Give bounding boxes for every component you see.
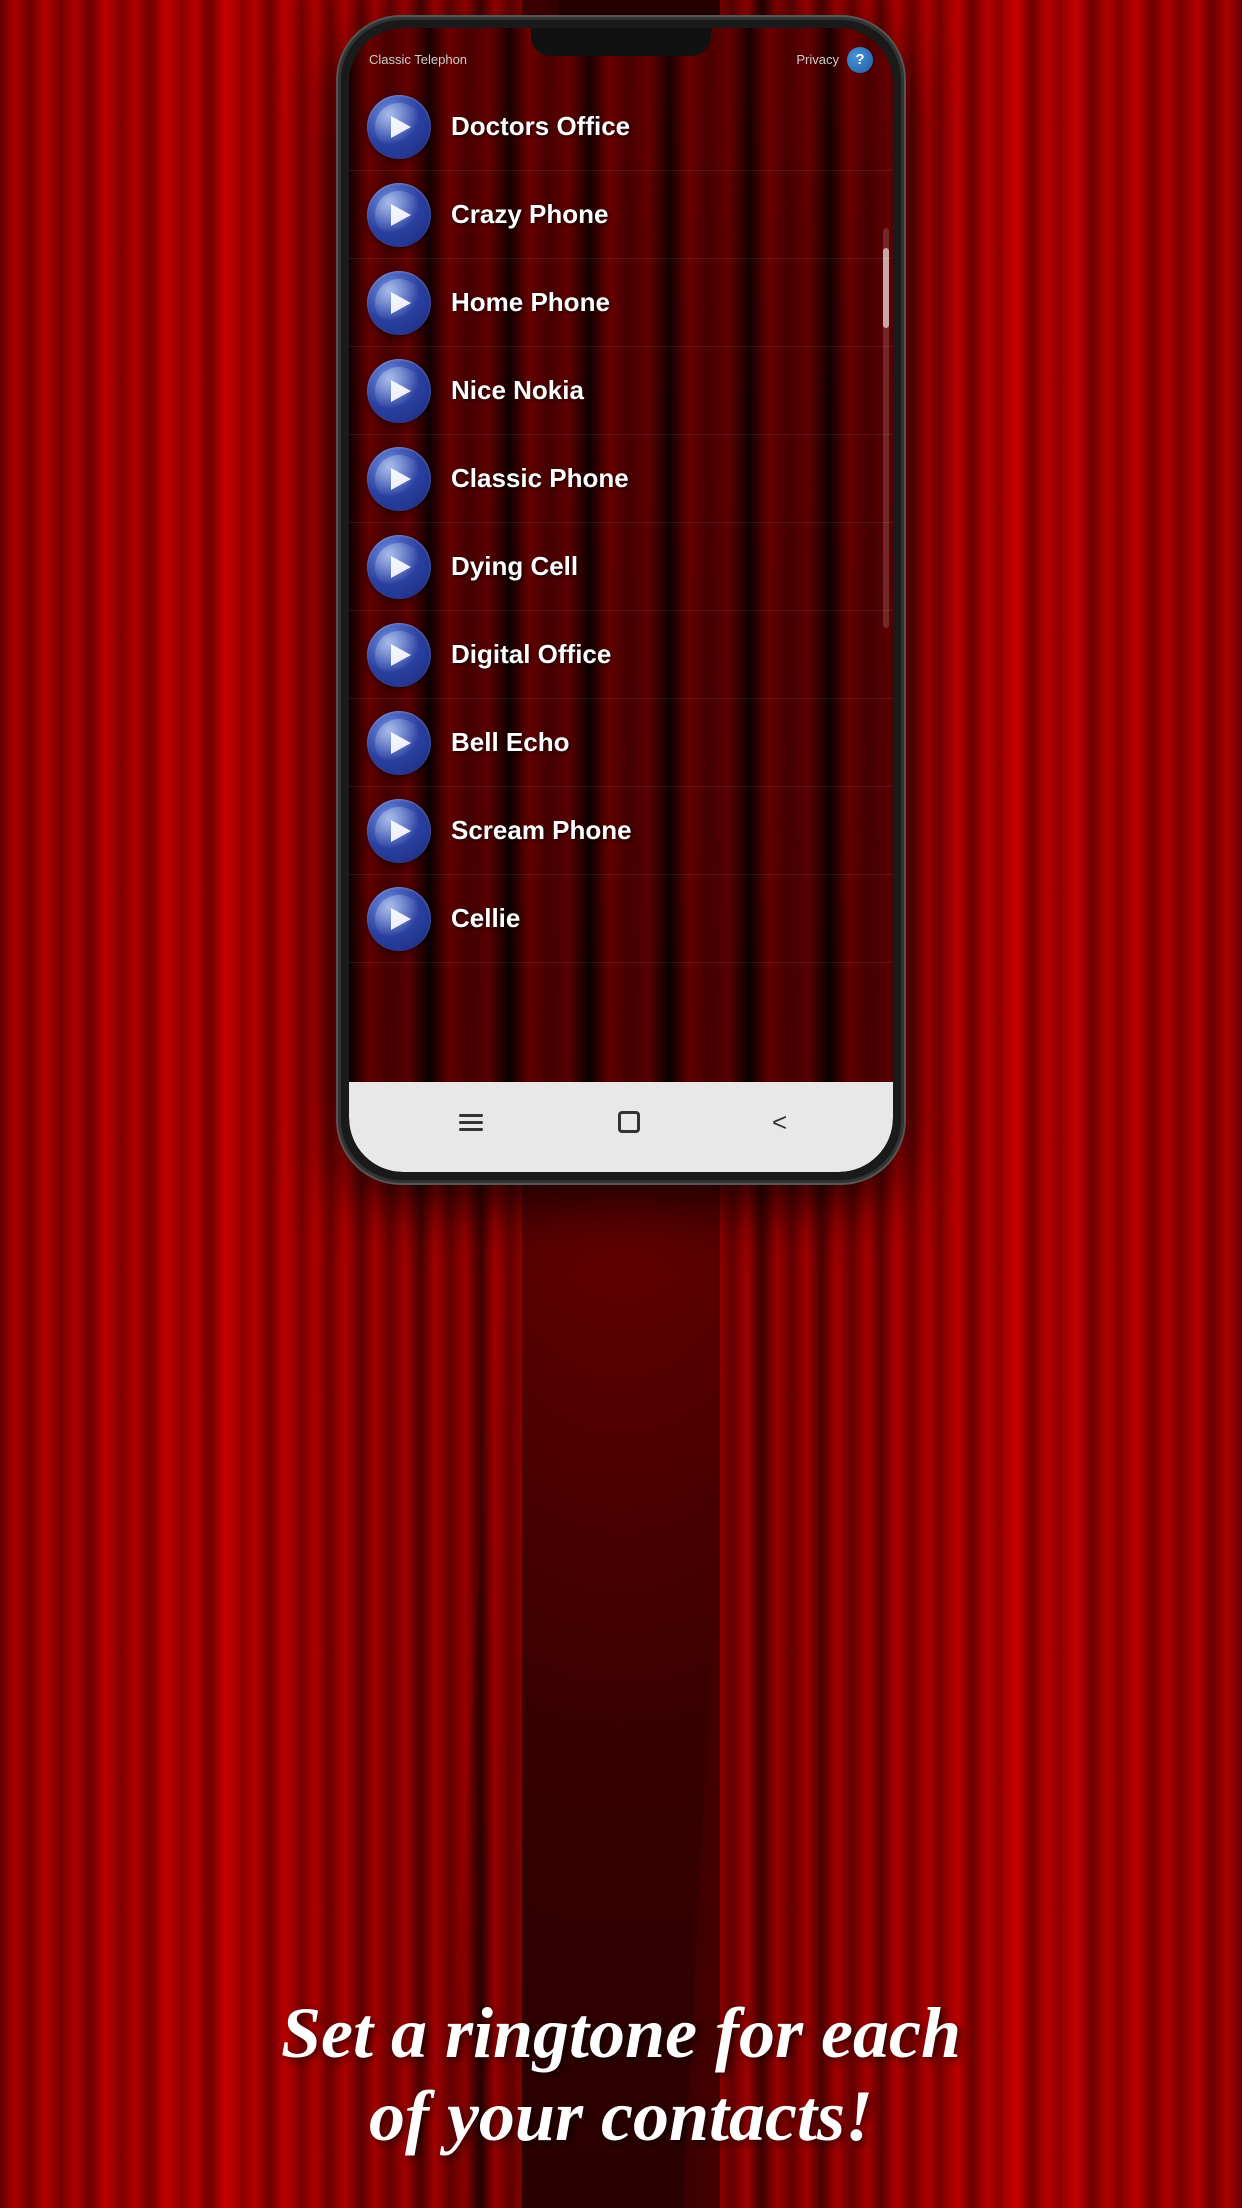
item-label-dying-cell: Dying Cell <box>451 551 578 582</box>
play-icon-classic-phone <box>391 468 411 490</box>
help-icon: ? <box>855 51 864 68</box>
app-title: Classic Telephon <box>369 52 467 67</box>
list-item-scream-phone[interactable]: Scream Phone <box>349 787 893 875</box>
list-item-classic-phone[interactable]: Classic Phone <box>349 435 893 523</box>
tagline-section: Set a ringtone for each of your contacts… <box>0 1992 1242 2158</box>
play-icon-crazy-phone <box>391 204 411 226</box>
status-bar-right: Privacy ? <box>796 47 873 73</box>
tagline-line2: of your contacts! <box>369 2076 873 2156</box>
item-label-classic-phone: Classic Phone <box>451 463 629 494</box>
list-item-cellie[interactable]: Cellie <box>349 875 893 963</box>
tagline-text: Set a ringtone for each of your contacts… <box>60 1992 1182 2158</box>
play-button-digital-office[interactable] <box>367 623 431 687</box>
list-item-digital-office[interactable]: Digital Office <box>349 611 893 699</box>
item-label-digital-office: Digital Office <box>451 639 611 670</box>
play-button-dying-cell[interactable] <box>367 535 431 599</box>
list-item-crazy-phone[interactable]: Crazy Phone <box>349 171 893 259</box>
play-icon-bell-echo <box>391 732 411 754</box>
ringtone-list: Doctors Office Crazy Phone Home Phone Ni… <box>349 83 893 1082</box>
phone-frame: Classic Telephon Privacy ? Doctors Offic… <box>341 20 901 1180</box>
navigation-bar: < <box>349 1082 893 1172</box>
play-button-crazy-phone[interactable] <box>367 183 431 247</box>
recent-apps-icon <box>455 1110 487 1135</box>
play-button-home-phone[interactable] <box>367 271 431 335</box>
phone-screen: Classic Telephon Privacy ? Doctors Offic… <box>349 28 893 1172</box>
home-button[interactable] <box>610 1103 648 1141</box>
phone-inner: Classic Telephon Privacy ? Doctors Offic… <box>349 28 893 1172</box>
scrollbar[interactable] <box>883 228 889 628</box>
play-button-scream-phone[interactable] <box>367 799 431 863</box>
recent-apps-button[interactable] <box>447 1102 495 1143</box>
play-button-classic-phone[interactable] <box>367 447 431 511</box>
play-button-cellie[interactable] <box>367 887 431 951</box>
item-label-cellie: Cellie <box>451 903 520 934</box>
scrollbar-thumb <box>883 248 889 328</box>
play-icon-digital-office <box>391 644 411 666</box>
play-icon-doctors-office <box>391 116 411 138</box>
privacy-link[interactable]: Privacy <box>796 52 839 67</box>
item-label-doctors-office: Doctors Office <box>451 111 630 142</box>
back-button[interactable]: < <box>764 1099 795 1146</box>
play-button-doctors-office[interactable] <box>367 95 431 159</box>
play-icon-cellie <box>391 908 411 930</box>
home-icon <box>618 1111 640 1133</box>
play-button-nice-nokia[interactable] <box>367 359 431 423</box>
notch <box>531 28 711 56</box>
item-label-scream-phone: Scream Phone <box>451 815 632 846</box>
play-icon-scream-phone <box>391 820 411 842</box>
list-item-dying-cell[interactable]: Dying Cell <box>349 523 893 611</box>
item-label-home-phone: Home Phone <box>451 287 610 318</box>
help-button[interactable]: ? <box>847 47 873 73</box>
play-icon-home-phone <box>391 292 411 314</box>
item-label-bell-echo: Bell Echo <box>451 727 569 758</box>
list-item-home-phone[interactable]: Home Phone <box>349 259 893 347</box>
play-icon-dying-cell <box>391 556 411 578</box>
item-label-nice-nokia: Nice Nokia <box>451 375 584 406</box>
list-item-nice-nokia[interactable]: Nice Nokia <box>349 347 893 435</box>
play-button-bell-echo[interactable] <box>367 711 431 775</box>
list-item-bell-echo[interactable]: Bell Echo <box>349 699 893 787</box>
item-label-crazy-phone: Crazy Phone <box>451 199 609 230</box>
tagline-line1: Set a ringtone for each <box>281 1993 961 2073</box>
list-item-doctors-office[interactable]: Doctors Office <box>349 83 893 171</box>
play-icon-nice-nokia <box>391 380 411 402</box>
